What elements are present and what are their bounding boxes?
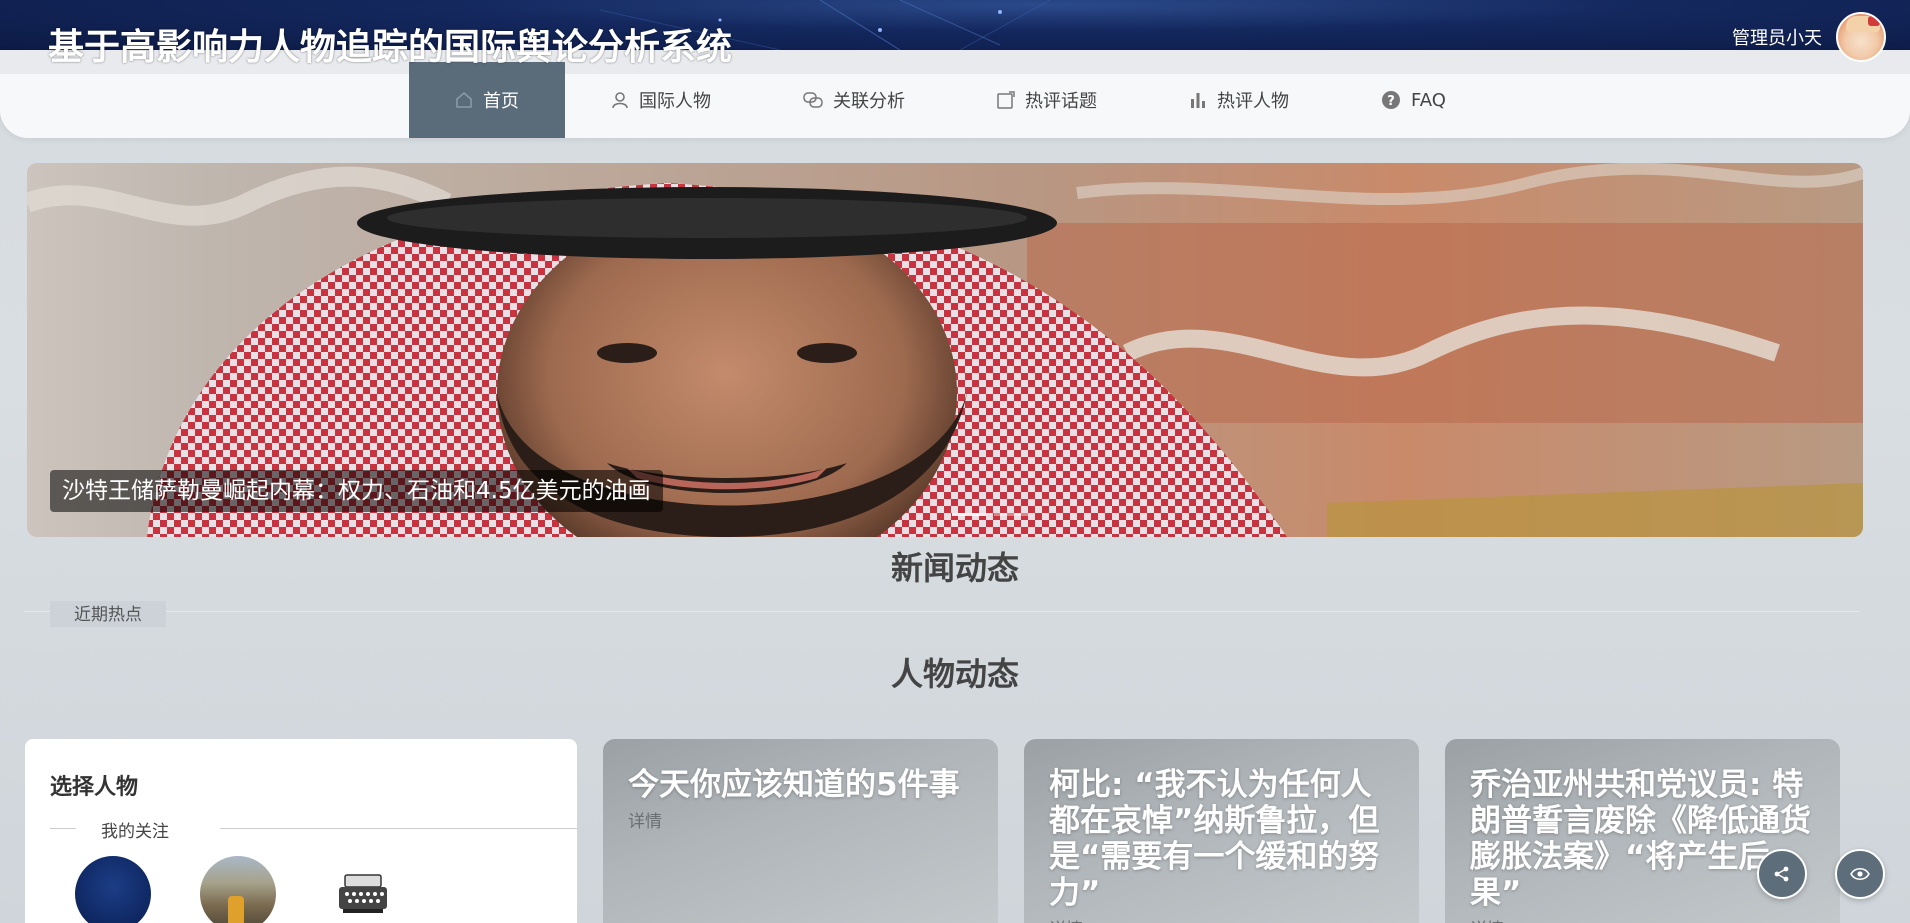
carousel-dot[interactable] xyxy=(994,513,1028,516)
nav-label: 国际人物 xyxy=(639,91,711,112)
nav-item-people[interactable]: 国际人物 xyxy=(565,62,757,138)
nav-item-home[interactable]: 首页 xyxy=(409,62,565,138)
eye-icon xyxy=(1850,867,1870,881)
nav-item-hot-topics[interactable]: 热评话题 xyxy=(951,62,1143,138)
nav-label: FAQ xyxy=(1411,89,1446,111)
view-button[interactable] xyxy=(1835,849,1885,899)
hero-carousel[interactable]: 沙特王储萨勒曼崛起内幕：权力、石油和4.5亿美元的油画 xyxy=(27,163,1863,537)
section-divider xyxy=(24,611,1860,612)
person-avatar[interactable] xyxy=(75,856,151,923)
user-icon xyxy=(611,91,629,109)
nav-item-relation[interactable]: 关联分析 xyxy=(757,62,951,138)
svg-text:?: ? xyxy=(1387,94,1395,109)
carousel-indicators xyxy=(952,513,1028,516)
nav-label: 关联分析 xyxy=(833,91,905,112)
people-section-title: 人物动态 xyxy=(890,655,1019,693)
news-card-title[interactable]: 今天你应该知道的5件事 xyxy=(628,767,973,803)
news-card-detail-link[interactable]: 详情 xyxy=(628,807,973,832)
person-news-card[interactable]: 今天你应该知道的5件事 详情 xyxy=(603,739,998,923)
bar-chart-icon xyxy=(1189,91,1207,109)
home-icon xyxy=(455,91,473,109)
user-menu[interactable]: 管理员小天 xyxy=(1732,12,1886,62)
follow-label: 我的关注 xyxy=(101,822,169,842)
carousel-dot[interactable] xyxy=(952,513,986,516)
nav-label: 首页 xyxy=(483,91,519,112)
news-card-detail-link[interactable]: 详情 xyxy=(1470,915,1815,923)
nav-label: 热评人物 xyxy=(1217,91,1289,112)
news-card-detail-link[interactable]: 详情 xyxy=(1049,915,1394,923)
card-title: 选择人物 xyxy=(50,775,139,800)
hot-tag[interactable]: 近期热点 xyxy=(50,601,166,627)
nav-item-hot-people[interactable]: 热评人物 xyxy=(1143,62,1335,138)
person-avatar[interactable] xyxy=(200,856,276,923)
app-title: 基于高影响力人物追踪的国际舆论分析系统 xyxy=(48,27,733,68)
share-icon xyxy=(1774,866,1789,882)
edit-icon xyxy=(997,91,1015,109)
user-avatar[interactable] xyxy=(1836,12,1886,62)
news-section-title: 新闻动态 xyxy=(890,549,1019,587)
select-person-card: 选择人物 我的关注 xyxy=(25,739,577,923)
follow-divider: 我的关注 xyxy=(50,817,577,842)
nav-item-faq[interactable]: ? FAQ xyxy=(1335,62,1492,138)
carousel-caption[interactable]: 沙特王储萨勒曼崛起内幕：权力、石油和4.5亿美元的油画 xyxy=(50,470,663,512)
chat-icon xyxy=(803,91,823,109)
typewriter-icon xyxy=(339,874,387,913)
share-button[interactable] xyxy=(1757,849,1807,899)
news-card-title[interactable]: 柯比: “我不认为任何人都在哀悼”纳斯鲁拉，但是“需要有一个缓和的努力” xyxy=(1049,767,1394,911)
person-avatar[interactable] xyxy=(325,856,401,923)
question-icon: ? xyxy=(1381,90,1401,110)
user-name[interactable]: 管理员小天 xyxy=(1732,24,1822,50)
person-news-card[interactable]: 柯比: “我不认为任何人都在哀悼”纳斯鲁拉，但是“需要有一个缓和的努力” 详情 xyxy=(1024,739,1419,923)
nav-label: 热评话题 xyxy=(1025,91,1097,112)
